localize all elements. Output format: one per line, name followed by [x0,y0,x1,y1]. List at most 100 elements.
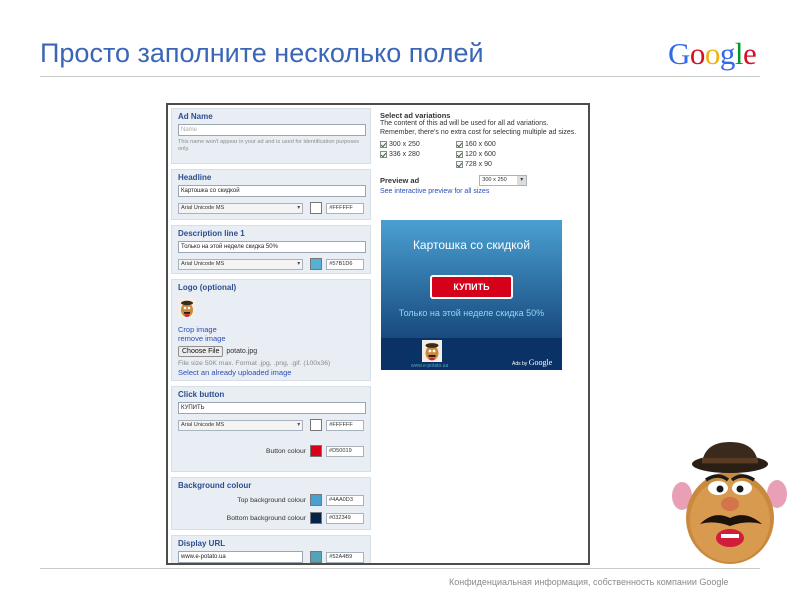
bottom-background-label: Bottom background colour [226,514,306,522]
selected-file-name: potato.jpg [226,348,258,355]
description-font-value: Arial Unicode MS [181,260,225,267]
size-option[interactable]: 728 x 90 [456,159,532,169]
button-colour-hex[interactable]: #D50019 [326,445,364,457]
logo-letter-g2: g [719,36,736,71]
logo-letter-g: G [668,36,690,71]
choose-file-button[interactable]: Choose File [178,346,224,357]
bottom-divider [40,568,760,569]
logo-letter-o1: o [689,36,706,71]
logo-letter-o2: o [704,36,721,71]
checkbox-checked-icon[interactable] [456,150,463,158]
chevron-down-icon: ▾ [517,176,527,185]
top-background-hex[interactable]: #4AA0D3 [326,494,364,506]
display-url-title: Display URL [178,539,226,548]
size-label: 160 x 600 [465,140,496,148]
size-label: 120 x 600 [465,150,496,158]
click-button-section: Click button КУПИТЬ Arial Unicode MS ▾ #F… [171,386,371,472]
click-button-font-row: Arial Unicode MS ▾ #FFFFFF [178,418,364,432]
background-section: Background colour Top background colour … [171,477,371,530]
headline-font-row: Arial Unicode MS ▾ #FFFFFF [178,201,364,215]
display-url-color-hex[interactable]: #52A4B9 [326,551,364,563]
button-colour-swatch[interactable] [310,445,322,457]
headline-color-hex[interactable]: #FFFFFF [326,202,364,214]
size-option[interactable]: 300 x 250 [380,139,456,149]
interactive-preview-link[interactable]: See interactive preview for all sizes [380,188,586,195]
description-input[interactable]: Только на этой неделе скидка 50% [178,241,366,253]
description-section: Description line 1 Только на этой неделе… [171,225,371,274]
ad-name-input[interactable]: Name [178,124,366,136]
headline-font-value: Arial Unicode MS [181,204,225,211]
size-label: 728 x 90 [465,160,492,168]
click-button-font-select[interactable]: Arial Unicode MS ▾ [178,419,304,431]
ad-description: Только на этой неделе скидка 50% [398,308,545,318]
background-title: Background colour [178,481,252,490]
description-font-row: Arial Unicode MS ▾ #57B1D6 [178,257,364,271]
bottom-background-swatch[interactable] [310,512,322,524]
size-checkbox-grid: 300 x 250 336 x 280 160 x 600 120 x 600 … [380,139,586,169]
description-color-hex[interactable]: #57B1D6 [326,258,364,270]
size-label: 300 x 250 [389,140,420,148]
ad-display-url[interactable]: www.e-potato.ua [411,363,448,369]
checkbox-checked-icon[interactable] [380,150,387,158]
size-label: 336 x 280 [389,150,420,158]
ad-buy-button[interactable]: КУПИТЬ [430,275,513,299]
file-upload-row: Choose File potato.jpg [178,346,364,357]
description-font-select[interactable]: Arial Unicode MS ▾ [178,258,304,270]
description-title: Description line 1 [178,229,245,238]
variations-title: Select ad variations [380,111,451,120]
ads-by-label: Ads by [512,361,528,367]
display-url-color-swatch[interactable] [310,551,323,563]
bottom-background-hex[interactable]: #032349 [326,512,364,524]
button-colour-label: Button colour [265,447,306,455]
click-button-title: Click button [178,390,225,399]
checkbox-checked-icon[interactable] [380,140,387,148]
display-url-section: Display URL www.e-potato.ua #52A4B9 [171,535,371,563]
click-button-input[interactable]: КУПИТЬ [178,402,366,414]
click-button-text-color-hex[interactable]: #FFFFFF [326,419,364,431]
display-url-input[interactable]: www.e-potato.ua [178,551,304,563]
preview-row: Preview ad 300 x 250 ▾ [380,175,586,186]
size-option[interactable]: 336 x 280 [380,149,456,159]
ads-by-google: Ads by Google [512,358,552,367]
ad-builder-screenshot: Ad Name Name This name won't appear in y… [166,103,590,565]
size-option[interactable]: 160 x 600 [456,139,532,149]
ad-headline: Картошка со скидкой [412,238,531,252]
headline-color-swatch[interactable] [310,202,323,214]
logo-title: Logo (optional) [178,283,237,292]
preview-size-value: 300 x 250 [482,177,507,183]
ad-name-title: Ad Name [178,112,213,121]
preview-size-select[interactable]: 300 x 250 ▾ [479,175,528,186]
ad-name-section: Ad Name Name This name won't appear in y… [171,108,371,164]
chevron-down-icon: ▾ [297,204,301,211]
headline-font-select[interactable]: Arial Unicode MS ▾ [178,202,304,214]
click-button-text-color-swatch[interactable] [310,419,323,431]
size-option[interactable]: 120 x 600 [456,149,532,159]
size-column-1: 300 x 250 336 x 280 [380,139,456,169]
headline-title: Headline [178,173,212,182]
slide-title: Просто заполните несколько полей [40,38,484,68]
preview-label: Preview ad [380,176,420,185]
ads-by-brand: Google [528,358,553,367]
description-color-swatch[interactable] [310,258,323,270]
mr-potato-head-illustration [672,442,787,564]
size-column-2: 160 x 600 120 x 600 728 x 90 [456,139,532,169]
display-url-row: www.e-potato.ua #52A4B9 [178,551,364,563]
top-background-label: Top background colour [237,496,306,504]
checkbox-checked-icon[interactable] [456,140,463,148]
checkbox-checked-icon[interactable] [456,160,463,168]
form-column: Ad Name Name This name won't appear in y… [171,108,371,563]
crop-image-link[interactable]: Crop image [178,325,364,334]
top-background-swatch[interactable] [310,494,322,506]
ad-potato-logo [422,340,442,362]
google-logo: Google [668,36,757,72]
top-divider [40,76,760,77]
select-uploaded-image-link[interactable]: Select an already uploaded image [178,368,364,377]
headline-input[interactable]: Картошка со скидкой [178,185,366,197]
chevron-down-icon: ▾ [297,260,301,267]
top-background-row: Top background colour #4AA0D3 [178,493,364,507]
variations-description: The content of this ad will be used for … [380,120,577,136]
confidentiality-footer: Конфиденциальная информация, собственнос… [449,577,729,587]
remove-image-link[interactable]: remove image [178,334,364,343]
headline-section: Headline Картошка со скидкой Arial Unico… [171,169,371,220]
logo-letter-l: l [734,36,744,71]
